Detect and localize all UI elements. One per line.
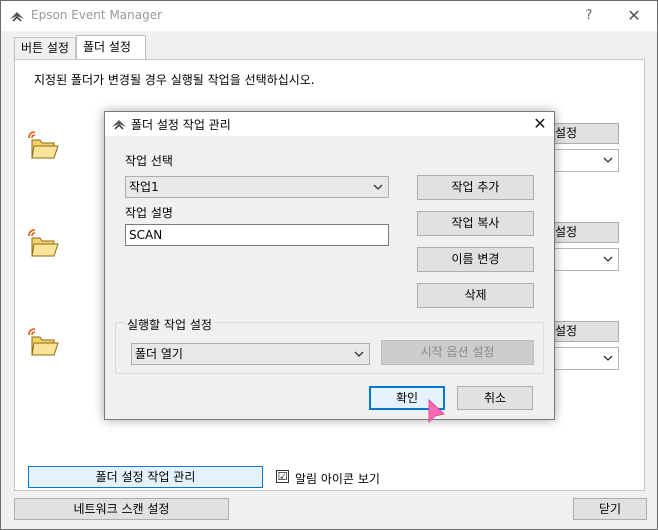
tab-folder-settings[interactable]: 폴더 설정	[76, 35, 146, 59]
copy-task-button[interactable]: 작업 복사	[417, 211, 534, 236]
help-button[interactable]: ?	[578, 5, 600, 27]
window-title: Epson Event Manager	[31, 8, 163, 22]
dialog-title-bar: 폴더 설정 작업 관리 ✕	[105, 112, 554, 136]
watched-folder-icon	[26, 325, 60, 359]
rename-button[interactable]: 이름 변경	[417, 247, 534, 272]
title-bar: Epson Event Manager ? ✕	[1, 1, 657, 31]
alert-icon-label: 알림 아이콘 보기	[295, 472, 380, 486]
task-select[interactable]: 작업1	[125, 176, 389, 198]
close-button[interactable]: 닫기	[573, 498, 647, 520]
manage-folder-tasks-button[interactable]: 폴더 설정 작업 관리	[28, 466, 263, 488]
add-task-button[interactable]: 작업 추가	[417, 175, 534, 200]
tab-button-settings[interactable]: 버튼 설정	[14, 37, 76, 59]
watched-folder-icon	[26, 226, 60, 260]
chevron-down-icon	[373, 184, 383, 190]
close-window-button[interactable]: ✕	[623, 5, 645, 27]
start-options-button[interactable]: 시작 옵션 설정	[381, 340, 534, 365]
alert-icon-checkbox[interactable]: ☑	[276, 470, 289, 483]
task-description-field[interactable]: SCAN	[125, 224, 389, 246]
mouse-cursor-icon	[428, 398, 446, 424]
delete-button[interactable]: 삭제	[417, 283, 534, 308]
run-action-select[interactable]: 폴더 열기	[131, 343, 370, 365]
chevron-down-icon	[354, 351, 364, 357]
folder-settings-label: 설정	[555, 225, 578, 239]
dialog-close-button[interactable]: ✕	[529, 113, 551, 135]
folder-settings-label: 설정	[555, 324, 578, 338]
chevron-down-icon	[603, 256, 613, 262]
chevron-down-icon	[603, 355, 613, 361]
cancel-button[interactable]: 취소	[457, 386, 533, 410]
dialog-title: 폴더 설정 작업 관리	[131, 118, 231, 132]
task-select-value: 작업1	[129, 180, 159, 194]
run-action-group-title: 실행할 작업 설정	[125, 316, 214, 333]
task-description-label: 작업 설명	[125, 206, 173, 220]
folder-task-manager-dialog: 폴더 설정 작업 관리 ✕ 작업 선택 작업1 작업 설명 SCAN 작업 추가…	[104, 111, 555, 420]
folder-settings-label: 설정	[555, 126, 578, 140]
chevron-down-icon	[603, 157, 613, 163]
network-scan-settings-button[interactable]: 네트워크 스캔 설정	[14, 498, 229, 520]
epson-app-icon	[111, 116, 127, 132]
run-action-value: 폴더 열기	[135, 347, 183, 361]
epson-app-icon	[9, 8, 25, 24]
task-select-label: 작업 선택	[125, 154, 173, 168]
watched-folder-icon	[26, 128, 60, 162]
panel-description: 지정된 폴더가 변경될 경우 실행될 작업을 선택하십시오.	[34, 73, 315, 87]
